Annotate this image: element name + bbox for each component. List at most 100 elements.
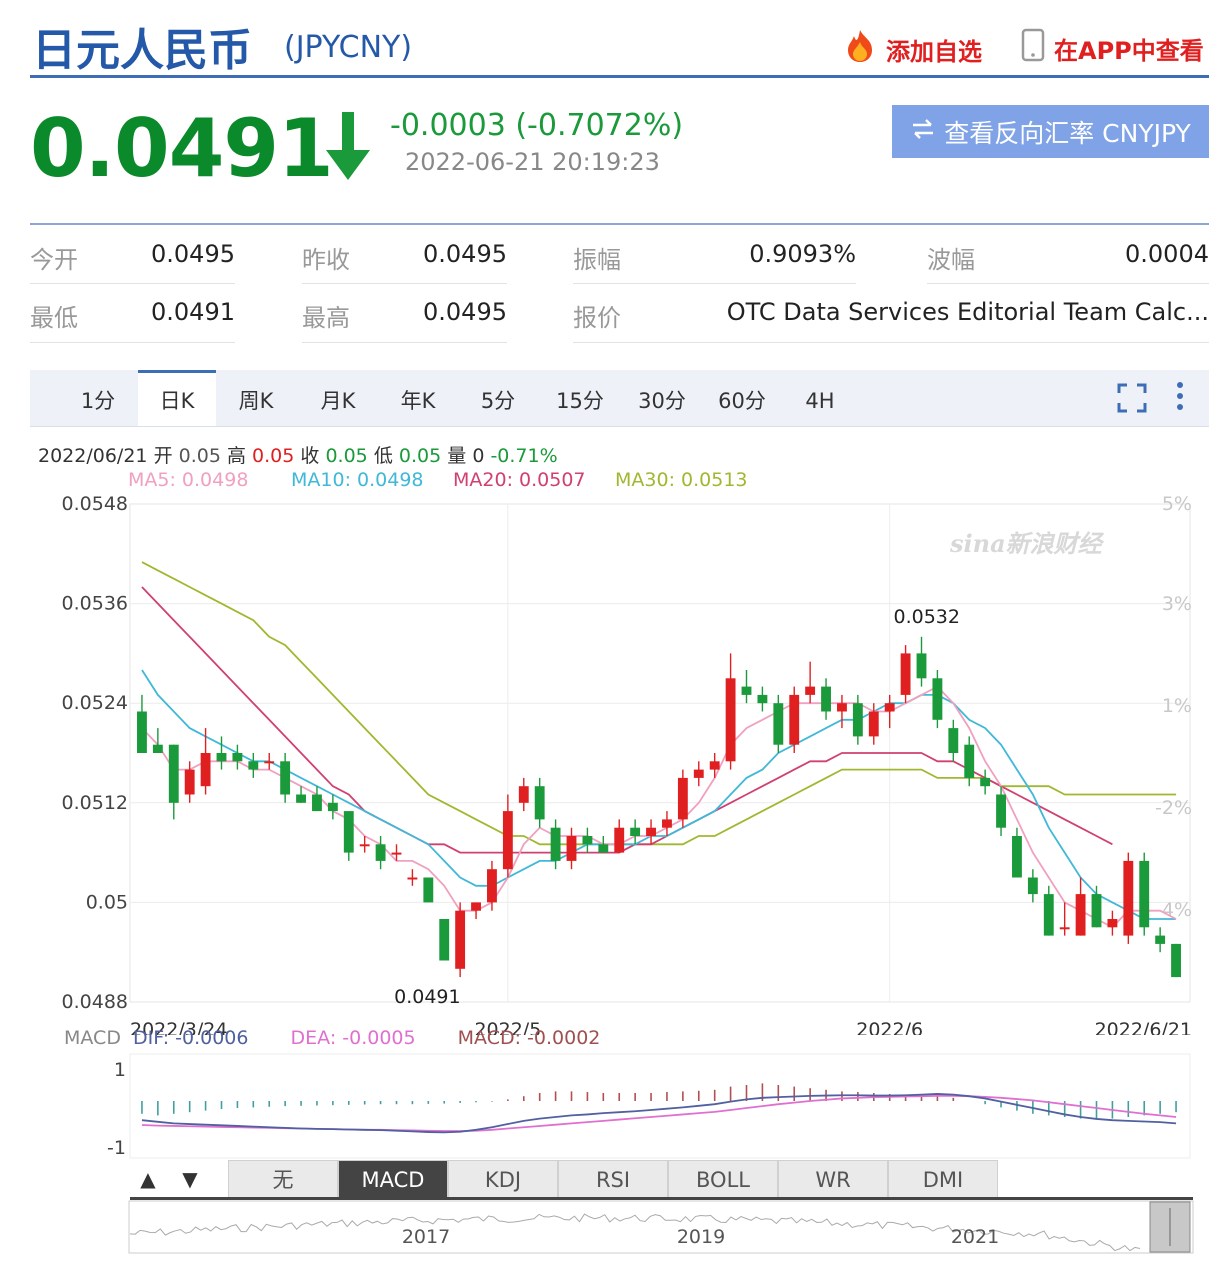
candle-body xyxy=(407,877,418,880)
indicator-tab-macd[interactable]: MACD xyxy=(338,1160,448,1198)
candle-body xyxy=(932,678,943,720)
tab-30min[interactable]: 30分 xyxy=(627,370,697,426)
quote-time: 2022-06-21 20:19:23 xyxy=(405,148,660,176)
info-close: 0.05 xyxy=(325,445,368,467)
tab-monthly-k[interactable]: 月K xyxy=(310,370,366,426)
high-annotation: 0.0532 xyxy=(894,606,960,628)
indicator-tab-rsi[interactable]: RSI xyxy=(558,1160,668,1198)
ma5-legend: MA5: 0.0498 xyxy=(128,469,249,491)
dea-legend: DEA: -0.0005 xyxy=(290,1027,416,1049)
indicator-tab-none[interactable]: 无 xyxy=(228,1160,338,1198)
macd-value-legend: MACD: -0.0002 xyxy=(457,1027,601,1049)
stat-label-low: 最低 xyxy=(30,304,78,332)
candle-body xyxy=(1091,894,1102,928)
candle-body xyxy=(725,678,736,762)
candle-body xyxy=(677,777,688,820)
tab-yearly-k[interactable]: 年K xyxy=(390,370,446,426)
candle-body xyxy=(964,744,975,778)
reverse-rate-button[interactable]: 查看反向汇率 CNYJPY xyxy=(892,105,1209,158)
ohlc-info-line: 2022/06/21 开 0.05 高 0.05 收 0.05 低 0.05 量… xyxy=(38,441,558,468)
overview-navigator[interactable]: 2017 2019 2021 xyxy=(128,1200,1195,1256)
candle-body xyxy=(996,794,1006,828)
candle-body xyxy=(168,744,179,803)
stat-value-low: 0.0491 xyxy=(151,298,235,326)
y-tick-label: 0.0524 xyxy=(62,692,128,714)
macd-chart: 1 -1 xyxy=(107,1053,1191,1159)
price-change: -0.0003 (-0.7072%) xyxy=(390,108,684,143)
stat-label-high: 最高 xyxy=(302,304,350,332)
indicator-tab-boll[interactable]: BOLL xyxy=(668,1160,778,1198)
pct-tick-label: 3% xyxy=(1162,593,1192,615)
stat-label-prev-close: 昨收 xyxy=(302,246,350,274)
candle-body xyxy=(709,761,720,770)
triangle-down-icon[interactable]: ▼ xyxy=(174,1164,206,1194)
candle-body xyxy=(1027,877,1038,895)
candlestick-chart[interactable]: 0.0548 0.0536 0.0524 0.0512 0.05 0.0488 5% 3% 1%… xyxy=(0,490,1219,1035)
tab-15min[interactable]: 15分 xyxy=(545,370,615,426)
candle-body xyxy=(423,877,434,903)
overview-year-label: 2017 xyxy=(402,1226,450,1248)
candle-body xyxy=(550,827,561,861)
candle-body xyxy=(375,844,386,861)
stat-divider xyxy=(573,342,1209,343)
view-in-app-button[interactable]: 在APP中查看 xyxy=(1020,28,1204,68)
candle-body xyxy=(614,827,625,853)
ma10-legend: MA10: 0.0498 xyxy=(291,469,424,491)
period-tab-bar: 1分 日K 周K 月K 年K 5分 15分 30分 60分 4H xyxy=(30,370,1209,427)
candle-body xyxy=(837,703,847,712)
y-tick-label: 0.0548 xyxy=(62,493,128,515)
tab-daily-k[interactable]: 日K xyxy=(138,370,216,426)
more-icon[interactable] xyxy=(1172,380,1188,418)
candle-body xyxy=(502,811,513,870)
tab-1min[interactable]: 1分 xyxy=(70,370,126,426)
candle-body xyxy=(1075,894,1086,936)
overview-frame xyxy=(128,1200,1194,1254)
candle-body xyxy=(1059,927,1070,930)
info-high-label: 高 xyxy=(226,445,246,467)
reverse-rate-label: 查看反向汇率 CNYJPY xyxy=(944,118,1191,148)
tab-weekly-k[interactable]: 周K xyxy=(228,370,284,426)
stat-divider xyxy=(30,342,235,343)
candle-body xyxy=(598,844,609,853)
candle-body xyxy=(821,686,831,712)
triangle-up-icon[interactable]: ▲ xyxy=(132,1164,164,1194)
add-watchlist-button[interactable]: 添加自选 xyxy=(842,28,982,70)
stat-value-prev-close: 0.0495 xyxy=(423,240,507,268)
tab-4h[interactable]: 4H xyxy=(792,370,848,426)
y-tick-label: 0.0512 xyxy=(62,792,128,814)
header-divider xyxy=(30,75,1209,78)
stat-value-high: 0.0495 xyxy=(423,298,507,326)
candle-body xyxy=(232,753,243,762)
candle-body xyxy=(662,819,672,828)
candle-body xyxy=(900,653,911,695)
candle-body xyxy=(343,811,354,853)
pct-tick-label: 5% xyxy=(1162,493,1192,515)
candle-body xyxy=(296,794,306,803)
macd-tick-label: 1 xyxy=(114,1059,126,1081)
candle-body xyxy=(327,802,338,812)
info-high: 0.05 xyxy=(252,445,295,467)
candle-body xyxy=(757,694,768,704)
fullscreen-icon[interactable] xyxy=(1116,382,1148,418)
tab-60min[interactable]: 60分 xyxy=(707,370,777,426)
candle-body xyxy=(884,703,895,712)
candle-body xyxy=(1155,935,1166,944)
candle-body xyxy=(1107,919,1118,928)
indicator-tab-kdj[interactable]: KDJ xyxy=(448,1160,558,1198)
candle-body xyxy=(789,694,800,745)
candle-body xyxy=(852,703,863,737)
indicator-tab-dmi[interactable]: DMI xyxy=(888,1160,998,1198)
info-low: 0.05 xyxy=(398,445,442,467)
indicator-tab-wr[interactable]: WR xyxy=(778,1160,888,1198)
low-annotation: 0.0491 xyxy=(394,986,460,1008)
current-price: 0.0491 xyxy=(30,102,334,195)
stat-divider xyxy=(573,283,856,284)
tab-5min[interactable]: 5分 xyxy=(470,370,526,426)
candle-body xyxy=(248,761,259,770)
stat-value-open: 0.0495 xyxy=(151,240,235,268)
y-tick-label: 0.0536 xyxy=(62,593,128,615)
y-tick-label: 0.0488 xyxy=(62,991,128,1013)
candle-body xyxy=(518,786,529,803)
stat-divider xyxy=(302,283,507,284)
candle-body xyxy=(1012,836,1022,878)
